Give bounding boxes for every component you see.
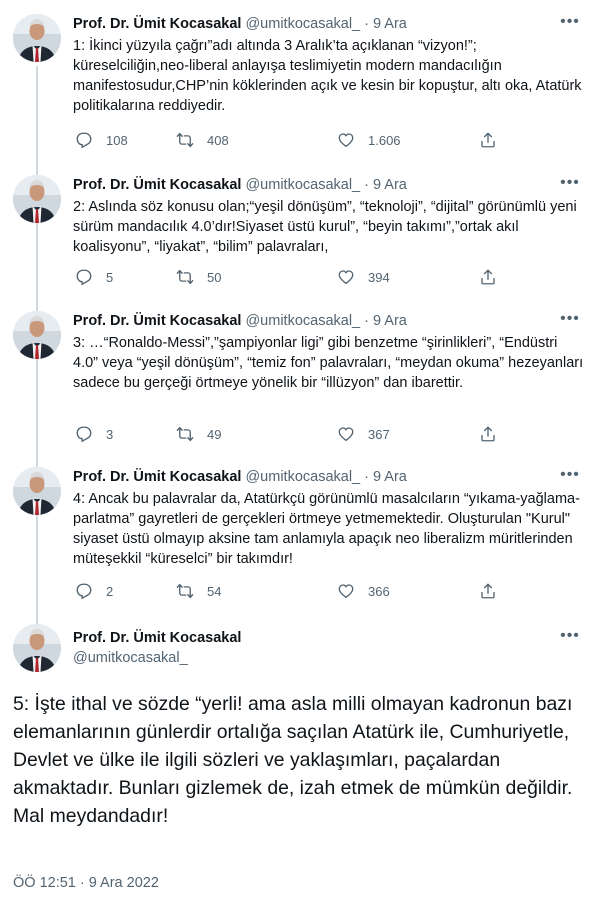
author-name[interactable]: Prof. Dr. Ümit Kocasakal <box>73 469 241 485</box>
main-tweet-text: 5: İşte ithal ve sözde “yerli! ama asla … <box>13 693 573 827</box>
like-count: 367 <box>368 426 390 442</box>
like-button[interactable]: 367 <box>337 424 390 444</box>
tweet-text: 2: Aslında söz konusu olan;“yeşil dönüşü… <box>73 199 577 255</box>
reply-button[interactable]: 2 <box>75 581 113 601</box>
like-icon <box>338 427 354 442</box>
thread-tweet-1[interactable]: Prof. Dr. Ümit Kocasakal @umitkocasakal_… <box>0 14 598 154</box>
author-name[interactable]: Prof. Dr. Ümit Kocasakal <box>73 313 241 329</box>
reply-count: 5 <box>106 269 114 285</box>
retweet-icon <box>176 583 194 599</box>
retweet-button[interactable]: 54 <box>176 581 221 601</box>
like-button[interactable]: 1.606 <box>337 130 401 150</box>
reply-count: 3 <box>106 426 114 442</box>
more-icon[interactable]: ••• <box>558 628 582 648</box>
more-icon[interactable]: ••• <box>558 467 582 487</box>
tweet-actions: 2 54 366 <box>73 581 503 601</box>
tweet-actions: 5 50 394 <box>73 267 503 287</box>
tweet-text: 1: İkinci yüzyıla çağrı”adı altında 3 Ar… <box>73 38 582 114</box>
avatar-image <box>13 175 61 223</box>
like-count: 394 <box>368 269 390 285</box>
share-icon <box>481 269 495 285</box>
author-meta[interactable]: @umitkocasakal_ · 9 Ara <box>245 177 406 193</box>
tweet-text: 4: Ancak bu palavralar da, Atatürkçü gör… <box>73 491 580 567</box>
reply-count: 2 <box>106 583 114 599</box>
like-button[interactable]: 394 <box>337 267 390 287</box>
retweet-icon <box>176 269 194 285</box>
retweet-button[interactable]: 408 <box>176 130 229 150</box>
avatar[interactable] <box>13 467 61 515</box>
tweet-header: Prof. Dr. Ümit Kocasakal @umitkocasakal_… <box>73 14 558 34</box>
like-count: 366 <box>368 583 390 599</box>
avatar-image <box>13 467 61 515</box>
main-author-handle[interactable]: @umitkocasakal_ <box>73 648 188 668</box>
avatar-image <box>13 311 61 359</box>
share-button[interactable] <box>479 267 497 287</box>
retweet-icon <box>176 132 194 148</box>
retweet-icon <box>176 426 194 442</box>
author-meta[interactable]: @umitkocasakal_ · 9 Ara <box>245 469 406 485</box>
tweet-actions: 3 49 367 <box>73 424 503 444</box>
tweet-header: Prof. Dr. Ümit Kocasakal @umitkocasakal_… <box>73 311 558 331</box>
reply-button[interactable]: 108 <box>75 130 128 150</box>
retweet-count: 54 <box>207 583 222 599</box>
reply-button[interactable]: 3 <box>75 424 113 444</box>
thread-tweet-3[interactable]: Prof. Dr. Ümit Kocasakal @umitkocasakal_… <box>0 311 598 444</box>
reply-icon <box>76 583 92 599</box>
reply-button[interactable]: 5 <box>75 267 113 287</box>
avatar-image <box>13 624 61 672</box>
like-icon <box>338 133 354 148</box>
share-icon <box>481 426 495 442</box>
author-name[interactable]: Prof. Dr. Ümit Kocasakal <box>73 177 241 193</box>
main-author-name[interactable]: Prof. Dr. Ümit Kocasakal <box>73 628 241 648</box>
share-icon <box>481 583 495 599</box>
tweet-timestamp[interactable]: ÖÖ 12:51 · 9 Ara 2022 <box>13 873 159 893</box>
author-meta[interactable]: @umitkocasakal_ · 9 Ara <box>245 16 406 32</box>
avatar[interactable] <box>13 624 61 672</box>
like-icon <box>338 584 354 599</box>
retweet-count: 49 <box>207 426 222 442</box>
retweet-button[interactable]: 50 <box>176 267 221 287</box>
tweet-text: 3: …“Ronaldo-Messi”,”şampiyonlar ligi” g… <box>73 335 584 391</box>
tweet-header: Prof. Dr. Ümit Kocasakal @umitkocasakal_… <box>73 467 558 487</box>
reply-icon <box>76 269 92 285</box>
reply-icon <box>76 426 92 442</box>
avatar[interactable] <box>13 14 61 62</box>
thread-tweet-4[interactable]: Prof. Dr. Ümit Kocasakal @umitkocasakal_… <box>0 467 598 605</box>
avatar-image <box>13 14 61 62</box>
retweet-count: 408 <box>207 132 229 148</box>
more-icon[interactable]: ••• <box>558 175 582 195</box>
more-icon[interactable]: ••• <box>558 14 582 34</box>
retweet-button[interactable]: 49 <box>176 424 221 444</box>
avatar[interactable] <box>13 175 61 223</box>
like-count: 1.606 <box>368 132 401 148</box>
author-meta[interactable]: @umitkocasakal_ · 9 Ara <box>245 313 406 329</box>
tweet-actions: 108 408 1.606 <box>73 130 503 150</box>
like-icon <box>338 270 354 285</box>
retweet-count: 50 <box>207 269 222 285</box>
tweet-header: Prof. Dr. Ümit Kocasakal @umitkocasakal_… <box>73 175 558 195</box>
like-button[interactable]: 366 <box>337 581 390 601</box>
thread-tweet-2[interactable]: Prof. Dr. Ümit Kocasakal @umitkocasakal_… <box>0 175 598 293</box>
reply-count: 108 <box>106 132 128 148</box>
author-name[interactable]: Prof. Dr. Ümit Kocasakal <box>73 16 241 32</box>
avatar[interactable] <box>13 311 61 359</box>
more-icon[interactable]: ••• <box>558 311 582 331</box>
share-icon <box>481 132 495 148</box>
share-button[interactable] <box>479 581 497 601</box>
share-button[interactable] <box>479 130 497 150</box>
share-button[interactable] <box>479 424 497 444</box>
reply-icon <box>76 132 92 148</box>
